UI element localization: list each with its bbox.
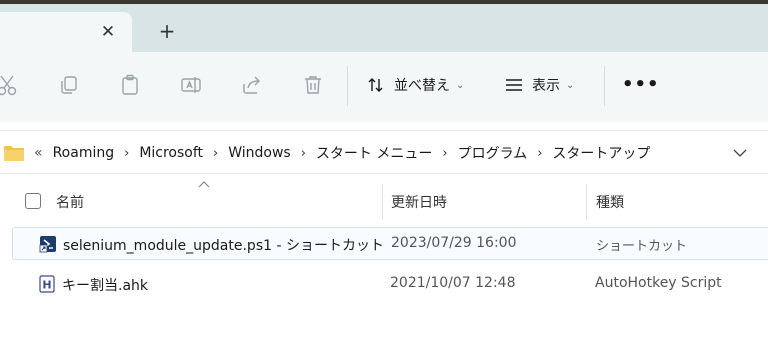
breadcrumb-microsoft[interactable]: Microsoft bbox=[139, 145, 203, 161]
column-divider[interactable] bbox=[382, 184, 383, 220]
delete-icon[interactable] bbox=[300, 72, 326, 98]
breadcrumb-overflow[interactable]: « bbox=[34, 145, 43, 161]
column-divider[interactable] bbox=[586, 184, 587, 220]
file-name: selenium_module_update.ps1 - ショートカット bbox=[63, 238, 384, 254]
breadcrumb-separator[interactable]: › bbox=[124, 146, 129, 161]
address-history-chevron-icon[interactable] bbox=[730, 143, 750, 163]
new-tab-button[interactable]: + bbox=[154, 18, 180, 44]
powershell-shortcut-icon bbox=[39, 235, 57, 253]
breadcrumb-separator[interactable]: › bbox=[537, 146, 542, 161]
view-icon bbox=[506, 79, 522, 91]
breadcrumb-separator[interactable]: › bbox=[213, 146, 218, 161]
breadcrumb-separator[interactable]: › bbox=[301, 146, 306, 161]
breadcrumb-separator[interactable]: › bbox=[442, 146, 447, 161]
sort-ascending-icon bbox=[198, 181, 210, 188]
select-all-checkbox[interactable] bbox=[25, 193, 41, 209]
file-type: ショートカット bbox=[596, 239, 688, 254]
tab-bar: ✕ + bbox=[0, 4, 768, 52]
breadcrumb-startup[interactable]: スタートアップ bbox=[552, 143, 650, 163]
file-modified: 2021/10/07 12:48 bbox=[390, 275, 516, 291]
svg-text:H: H bbox=[42, 279, 51, 292]
cut-icon[interactable] bbox=[0, 72, 20, 98]
sort-label: 並べ替え bbox=[394, 78, 450, 94]
column-header-name[interactable]: 名前 bbox=[56, 192, 84, 212]
breadcrumb-windows[interactable]: Windows bbox=[228, 145, 291, 161]
file-row[interactable]: H キー割当.ahk 2021/10/07 12:48 AutoHotkey S… bbox=[12, 268, 768, 301]
command-bar: 並べ替え ⌄ 表示 ⌄ ••• bbox=[0, 52, 768, 122]
breadcrumb-roaming[interactable]: Roaming bbox=[53, 145, 115, 161]
sort-button[interactable]: 並べ替え ⌄ bbox=[366, 70, 464, 100]
file-name: キー割当.ahk bbox=[62, 278, 149, 294]
file-modified: 2023/07/29 16:00 bbox=[391, 235, 517, 251]
breadcrumb-start-menu[interactable]: スタート メニュー bbox=[316, 143, 432, 163]
chevron-down-icon: ⌄ bbox=[566, 79, 575, 91]
chevron-down-icon: ⌄ bbox=[456, 79, 465, 91]
column-header-modified[interactable]: 更新日時 bbox=[391, 192, 447, 212]
sort-icon bbox=[368, 78, 383, 92]
file-row[interactable]: selenium_module_update.ps1 - ショートカット 202… bbox=[12, 227, 768, 260]
paste-icon[interactable] bbox=[117, 72, 143, 98]
view-label: 表示 bbox=[532, 78, 560, 94]
column-header-type[interactable]: 種類 bbox=[596, 192, 624, 212]
address-bar[interactable]: « Roaming › Microsoft › Windows › スタート メ… bbox=[0, 130, 768, 174]
toolbar-separator bbox=[604, 66, 605, 106]
breadcrumb: « Roaming › Microsoft › Windows › スタート メ… bbox=[4, 141, 650, 165]
folder-icon bbox=[4, 145, 24, 161]
view-button[interactable]: 表示 ⌄ bbox=[504, 70, 574, 100]
breadcrumb-programs[interactable]: プログラム bbox=[458, 143, 528, 163]
more-options-button[interactable]: ••• bbox=[622, 72, 659, 98]
file-type: AutoHotkey Script bbox=[595, 275, 722, 291]
autohotkey-file-icon: H bbox=[38, 275, 56, 293]
active-tab[interactable]: ✕ bbox=[0, 12, 132, 52]
share-icon[interactable] bbox=[239, 72, 265, 98]
close-tab-button[interactable]: ✕ bbox=[96, 20, 120, 44]
toolbar-separator bbox=[347, 66, 348, 106]
rename-icon[interactable] bbox=[178, 72, 204, 98]
copy-icon[interactable] bbox=[56, 72, 82, 98]
